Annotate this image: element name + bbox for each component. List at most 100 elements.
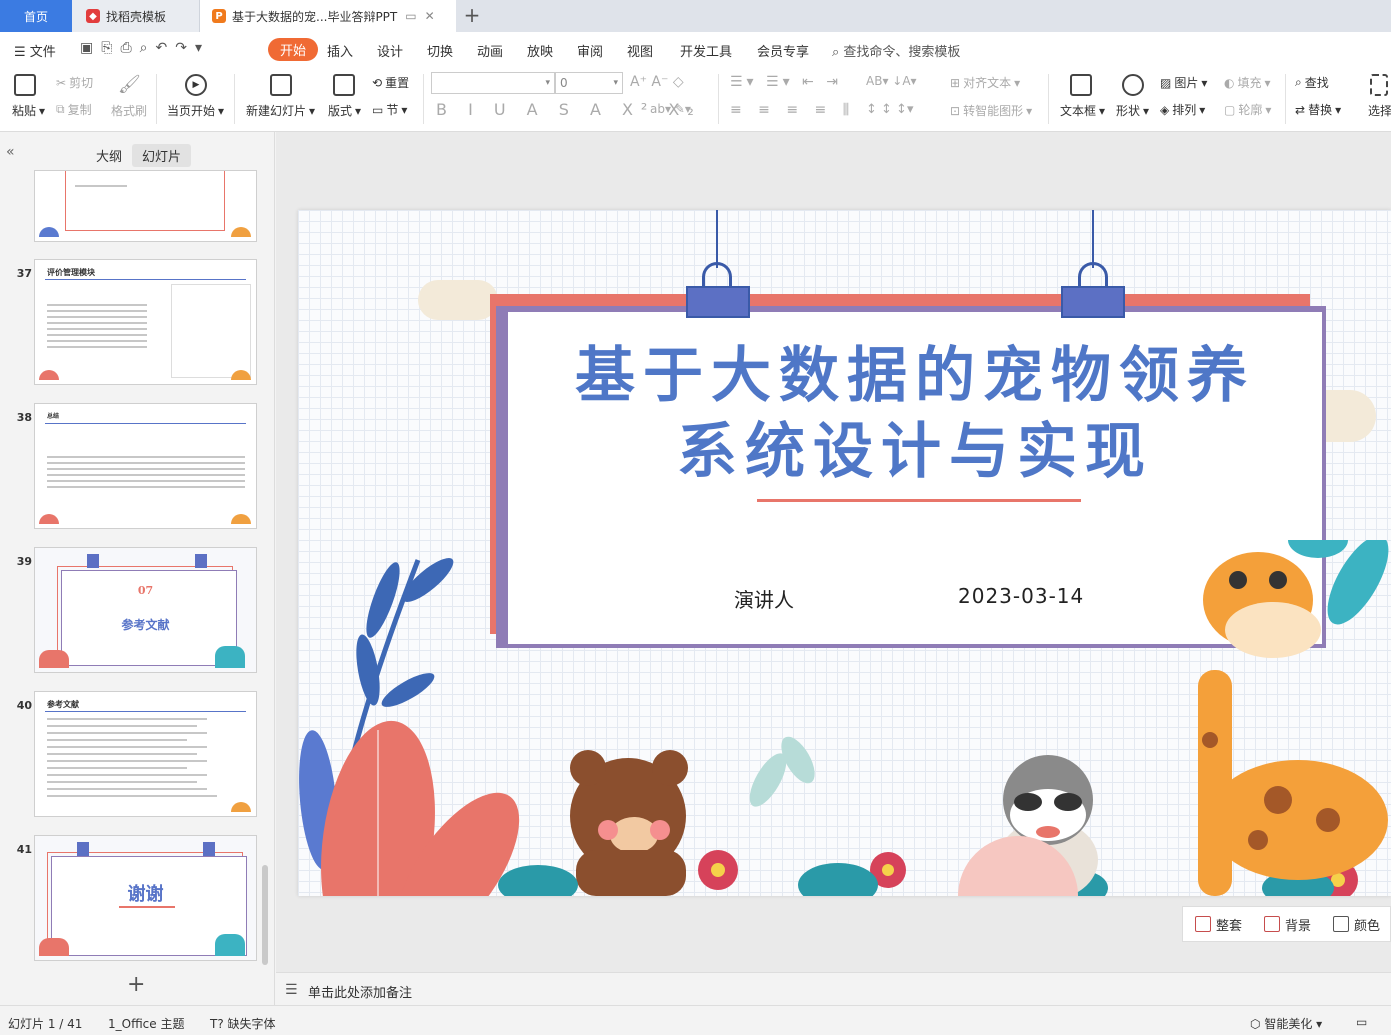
save-icon[interactable]: ▣	[80, 40, 93, 56]
menu-slideshow[interactable]: 放映	[527, 41, 553, 60]
outline-button[interactable]: ▢ 轮廓 ▾	[1224, 101, 1271, 118]
new-tab-button[interactable]: +	[462, 4, 482, 26]
tab-home-label: 首页	[23, 9, 48, 24]
view-normal-icon[interactable]: ▭	[1356, 1015, 1367, 1029]
slide-quick-tools: 整套 背景 颜色	[1182, 906, 1391, 942]
select-button[interactable]: 选择	[1368, 102, 1391, 119]
play-current-button[interactable]: 当页开始 ▾	[167, 102, 224, 119]
thumb-title: 谢谢	[127, 884, 164, 905]
theme-name[interactable]: 1_Office 主题	[108, 1015, 184, 1032]
new-slide-icon[interactable]	[270, 74, 292, 96]
slide-number: 40	[16, 699, 32, 712]
missing-font-button[interactable]: T? 缺失字体	[210, 1015, 276, 1032]
cut-button[interactable]: ✂ 剪切	[56, 74, 93, 91]
notes-pane[interactable]: ☰ 单击此处添加备注	[276, 972, 1391, 1005]
select-label: 选择	[1368, 104, 1391, 118]
textbox-button[interactable]: 文本框 ▾	[1060, 102, 1105, 119]
paste-button[interactable]: 粘贴 ▾	[12, 102, 45, 119]
collapse-panel-icon[interactable]: «	[6, 144, 15, 160]
picture-button[interactable]: ▨ 图片 ▾	[1160, 74, 1207, 91]
command-search-label: 查找命令、搜索模板	[843, 45, 961, 60]
text-align-button[interactable]: ⊞ 对齐文本 ▾	[950, 74, 1020, 91]
spacing-buttons[interactable]: ↕ ↕ ↕▾	[866, 102, 913, 117]
tab-outline[interactable]: 大纲	[86, 144, 132, 167]
fill-label: 填充	[1237, 76, 1262, 90]
menu-transition[interactable]: 切换	[427, 41, 453, 60]
tab-slides[interactable]: 幻灯片	[132, 144, 192, 167]
select-icon[interactable]	[1370, 74, 1388, 96]
export-icon[interactable]: ⎘	[101, 40, 112, 56]
fill-icon: ◐	[1224, 75, 1235, 90]
play-icon[interactable]: ▶	[185, 74, 207, 96]
shape-button[interactable]: 形状 ▾	[1116, 102, 1149, 119]
layout-button[interactable]: 版式 ▾	[328, 102, 361, 119]
thumbnail-scrollbar[interactable]	[262, 865, 268, 965]
menu-view[interactable]: 视图	[627, 41, 653, 60]
brush-icon: 🖌	[118, 74, 141, 95]
beautify-icon: ⬡	[1250, 1017, 1261, 1031]
copy-button[interactable]: ⧉ 复制	[56, 101, 92, 118]
slide-number: 38	[16, 411, 32, 424]
paste-icon[interactable]	[14, 74, 36, 96]
text-direction-button[interactable]: AB▾ ↓A▾	[866, 74, 917, 88]
slide-title-line-1: 基于大数据的宠物领养	[575, 341, 1255, 411]
ppt-file-icon: P	[212, 9, 226, 23]
tab-template-label: 找稻壳模板	[106, 9, 167, 24]
close-tab-icon[interactable]: ✕	[425, 9, 435, 23]
picture-label: 图片	[1174, 76, 1199, 90]
customize-icon[interactable]: ▾	[195, 40, 202, 56]
add-slide-button[interactable]: +	[127, 972, 145, 997]
fill-button[interactable]: ◐ 填充 ▾	[1224, 74, 1271, 91]
phonetic-icon[interactable]: ab▾ ✎▾	[650, 102, 691, 116]
new-slide-label: 新建幻灯片	[246, 104, 307, 118]
find-button[interactable]: ⌕ 查找	[1295, 74, 1329, 91]
new-slide-button[interactable]: 新建幻灯片 ▾	[246, 102, 315, 119]
undo-icon[interactable]: ↶	[155, 40, 167, 56]
tab-template[interactable]: ◆ 找稻壳模板	[72, 0, 200, 32]
reset-button[interactable]: ⟲ 重置	[372, 74, 409, 91]
title-underline	[757, 499, 1081, 502]
font-grow-icon[interactable]: A⁺ A⁻ ◇	[630, 74, 684, 90]
ribbon-toolbar: 粘贴 ▾ ✂ 剪切 ⧉ 复制 格式刷 🖌 ▶ 当页开始 ▾ 新建幻灯片 ▾ 版式 ▾ ⟲ 重置…	[0, 66, 1391, 132]
menu-design[interactable]: 设计	[377, 41, 403, 60]
font-size-select[interactable]: 0 ▾	[555, 72, 623, 94]
replace-label: 替换	[1308, 103, 1333, 117]
slide-title[interactable]: 基于大数据的宠物领养 系统设计与实现	[508, 338, 1322, 490]
format-painter-button[interactable]: 格式刷	[111, 102, 147, 119]
list-buttons[interactable]: ☰▾ ☰▾ ⇤ ⇥	[730, 74, 842, 90]
menu-membership[interactable]: 会员专享	[757, 41, 809, 60]
textbox-icon[interactable]	[1070, 74, 1092, 96]
play-current-label: 当页开始	[167, 104, 216, 118]
menu-review[interactable]: 审阅	[577, 41, 603, 60]
menu-home[interactable]: 开始	[268, 38, 319, 61]
arrange-button[interactable]: ◈ 排列 ▾	[1160, 101, 1205, 118]
tab-document[interactable]: P 基于大数据的宠...毕业答辩PPT ▭ ✕	[200, 0, 456, 32]
replace-button[interactable]: ⇄ 替换 ▾	[1295, 101, 1341, 118]
pin-icon[interactable]: ▭	[405, 9, 416, 23]
align-buttons[interactable]: ≡ ≡ ≡ ≡ ⫼	[730, 102, 855, 118]
preview-icon[interactable]: ⌕	[140, 40, 148, 56]
color-button[interactable]: 颜色	[1333, 915, 1380, 934]
slide-1[interactable]: 基于大数据的宠物领养 系统设计与实现 演讲人 2023-03-14	[298, 210, 1391, 896]
tab-home[interactable]: 首页	[0, 0, 72, 32]
menu-animation[interactable]: 动画	[477, 41, 503, 60]
redo-icon[interactable]: ↷	[175, 40, 187, 56]
beautify-label: 智能美化	[1264, 1017, 1313, 1031]
format-painter-label: 格式刷	[111, 104, 148, 118]
beautify-button[interactable]: ⬡ 智能美化 ▾	[1250, 1015, 1322, 1032]
thumb-title: 参考文献	[121, 618, 170, 632]
menu-insert[interactable]: 插入	[327, 41, 353, 60]
menu-file[interactable]: ☰ 文件	[14, 41, 56, 60]
font-family-select[interactable]: ▾	[431, 72, 555, 94]
layout-icon[interactable]	[333, 74, 355, 96]
smart-graphic-button[interactable]: ⊡ 转智能图形 ▾	[950, 102, 1032, 119]
background-button[interactable]: 背景	[1264, 915, 1311, 934]
print-icon[interactable]: ⎙	[120, 40, 131, 56]
shape-icon[interactable]	[1122, 74, 1144, 96]
menu-developer[interactable]: 开发工具	[680, 41, 732, 60]
command-search[interactable]: ⌕ 查找命令、搜索模板	[832, 41, 960, 60]
tidy-button[interactable]: 整套	[1195, 915, 1242, 934]
title-bar: 首页 ◆ 找稻壳模板 P 基于大数据的宠...毕业答辩PPT ▭ ✕ +	[0, 0, 1391, 32]
color-icon	[1333, 916, 1350, 932]
section-button[interactable]: ▭ 节 ▾	[372, 101, 407, 118]
